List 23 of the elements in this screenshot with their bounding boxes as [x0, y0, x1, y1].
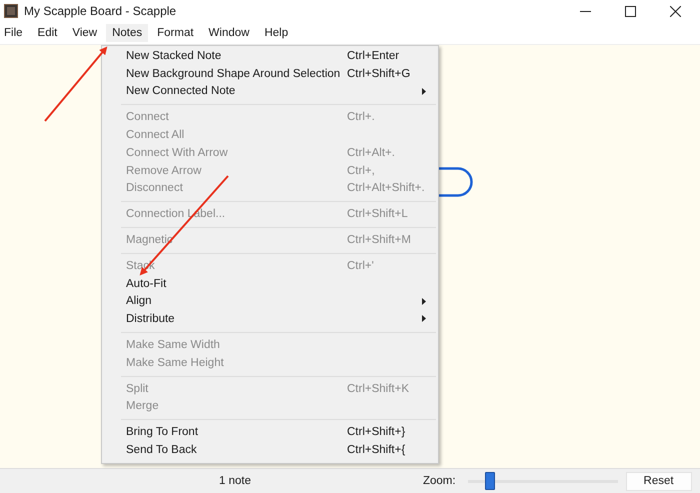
menu-bar-item[interactable]: File: [0, 24, 29, 42]
menu-bar-item[interactable]: Help: [258, 24, 294, 42]
menu-item[interactable]: Distribute: [102, 310, 438, 328]
menu-bar-item[interactable]: Window: [202, 24, 256, 42]
app-icon: [4, 4, 18, 18]
menu-bar-item[interactable]: Notes: [106, 24, 148, 42]
close-icon[interactable]: [670, 6, 681, 16]
window-title: My Scapple Board - Scapple: [24, 4, 176, 18]
menu-bar-item[interactable]: View: [66, 24, 104, 42]
zoom-label: Zoom:: [422, 475, 456, 487]
menu-item[interactable]: New Stacked Note Ctrl+Enter: [102, 47, 438, 65]
menu-bar-item[interactable]: Edit: [32, 24, 64, 42]
menu-item[interactable]: Auto-Fit: [102, 274, 438, 293]
menu-item[interactable]: New Background Shape Around Selection Ctrl+Shift+G: [102, 64, 438, 83]
menu-item[interactable]: New Connected Note: [102, 82, 438, 100]
menu-item[interactable]: Align: [102, 292, 438, 310]
menu-item[interactable]: Send To Back Ctrl+Shift+{: [102, 441, 438, 459]
reset-button[interactable]: Reset: [626, 472, 692, 490]
menu-bar-item[interactable]: Format: [151, 24, 200, 42]
slider-thumb[interactable]: [485, 472, 496, 490]
maximize-icon[interactable]: [625, 6, 636, 16]
note-count: 1 note: [219, 475, 251, 487]
menu-item[interactable]: Bring To Front Ctrl+Shift+}: [102, 423, 438, 442]
